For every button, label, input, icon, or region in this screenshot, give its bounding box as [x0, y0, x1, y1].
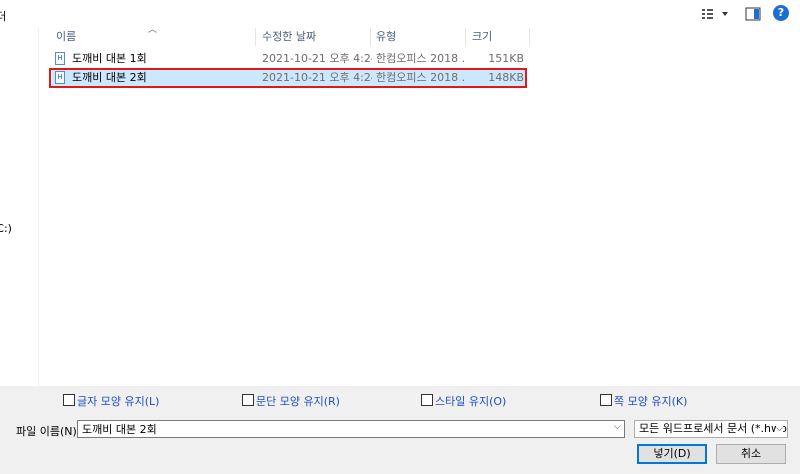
cancel-button[interactable]: 취소	[716, 444, 786, 464]
sort-ascending-icon: ︿	[148, 25, 158, 35]
checkbox[interactable]	[242, 394, 254, 406]
file-row-selected[interactable]: H 도깨비 대본 2회 2021-10-21 오후 4:24 한컴오피스 201…	[52, 69, 526, 87]
file-date: 2021-10-21 오후 4:24	[262, 71, 372, 84]
filetype-select[interactable]: 모든 워드프로세서 문서 (*.hwp ⌵	[634, 420, 788, 438]
option-keep-char-shape[interactable]: 글자 모양 유지(L)	[63, 394, 159, 408]
file-type: 한컴오피스 2018 ...	[376, 52, 466, 65]
hwp-file-icon: H	[55, 71, 65, 84]
column-header-type[interactable]: 유형	[376, 28, 396, 46]
option-keep-page-shape[interactable]: 쪽 모양 유지(K)	[600, 394, 687, 408]
chevron-down-icon: ⌵	[776, 421, 783, 437]
column-header-date[interactable]: 수정한 날짜	[262, 28, 316, 46]
open-button[interactable]: 넣기(D)	[637, 444, 707, 464]
file-date: 2021-10-21 오후 4:24	[262, 52, 372, 65]
checkbox[interactable]	[600, 394, 612, 406]
column-separator[interactable]	[370, 28, 371, 46]
navigation-pane: (C:)	[0, 28, 39, 386]
toolbar-folder-label: 폴더	[0, 10, 7, 23]
hwp-file-icon: H	[55, 52, 65, 65]
file-list: ︿ 이름 수정한 날짜 유형 크기 H 도깨비 대본 1회 2021-10-21…	[40, 25, 800, 386]
file-size: 151KB	[488, 52, 524, 65]
file-type: 한컴오피스 2018 ...	[376, 71, 466, 84]
column-header-size[interactable]: 크기	[472, 28, 492, 46]
toolbar: 폴더 ?	[0, 0, 800, 28]
option-keep-style[interactable]: 스타일 유지(O)	[421, 394, 506, 408]
drive-c-item[interactable]: (C:)	[0, 222, 12, 235]
file-size: 148KB	[488, 71, 524, 84]
checkbox[interactable]	[421, 394, 433, 406]
option-keep-para-shape[interactable]: 문단 모양 유지(R)	[242, 394, 340, 408]
file-name: 도깨비 대본 1회	[72, 52, 147, 65]
column-separator[interactable]	[465, 28, 466, 46]
dialog-bottom-panel: 글자 모양 유지(L) 문단 모양 유지(R) 스타일 유지(O) 쪽 모양 유…	[0, 386, 800, 474]
column-separator[interactable]	[529, 28, 530, 46]
filename-label: 파일 이름(N):	[16, 425, 81, 438]
filename-input[interactable]	[77, 420, 625, 438]
column-separator[interactable]	[255, 28, 256, 46]
file-row[interactable]: H 도깨비 대본 1회 2021-10-21 오후 4:24 한컴오피스 201…	[52, 50, 526, 68]
column-header-name[interactable]: 이름	[56, 28, 76, 46]
checkbox[interactable]	[63, 394, 75, 406]
preview-pane-icon[interactable]	[745, 7, 761, 21]
view-options-icon[interactable]	[700, 6, 730, 22]
chevron-down-icon[interactable]: ⌵	[614, 422, 621, 432]
help-button[interactable]: ?	[773, 5, 789, 21]
file-name: 도깨비 대본 2회	[72, 71, 147, 84]
